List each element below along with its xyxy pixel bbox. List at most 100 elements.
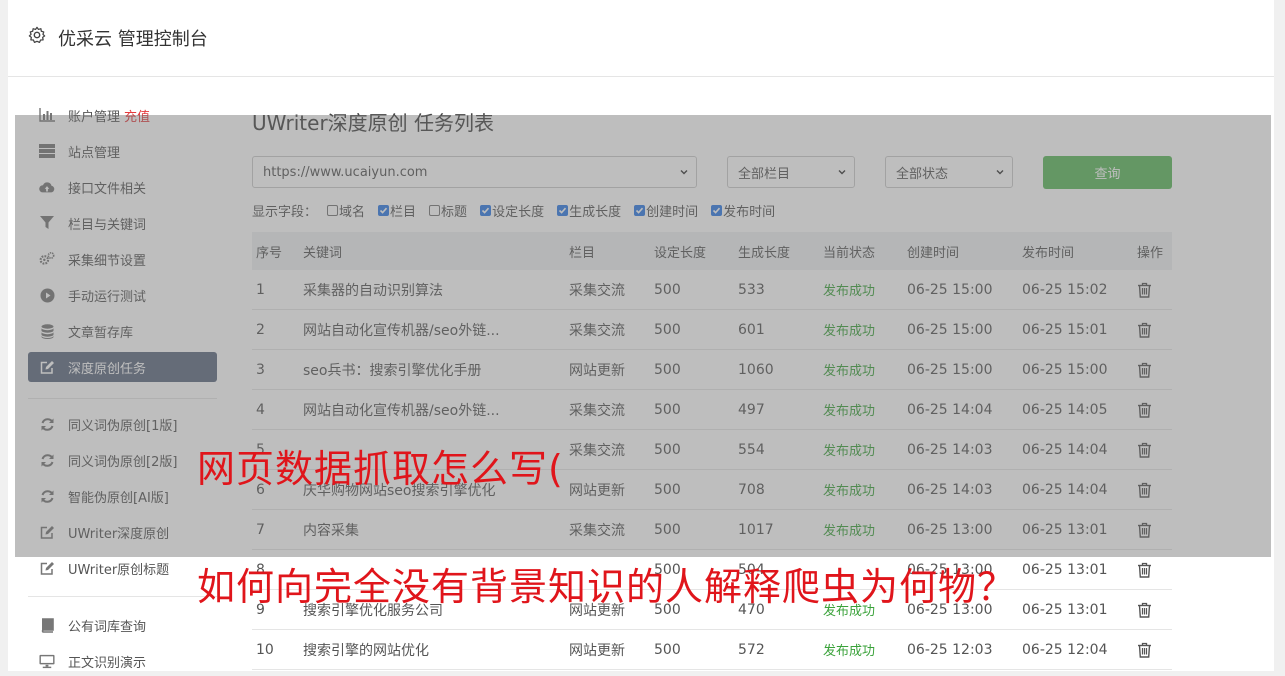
delete-button[interactable]	[1137, 270, 1171, 309]
sidebar-item-uwriter-deep[interactable]: UWriter深度原创	[28, 517, 217, 547]
sidebar-item-collect-settings[interactable]: 采集细节设置	[28, 244, 217, 274]
trash-icon	[1138, 322, 1151, 338]
sidebar-item-label: 栏目与关键词	[68, 217, 147, 233]
display-fields-label: 显示字段：	[252, 204, 318, 220]
sidebar-item-article-store[interactable]: 文章暂存库	[28, 316, 217, 346]
bar-chart-icon	[39, 107, 55, 123]
cell-created: 06-25 13:00	[907, 521, 993, 538]
cell-gen-length: 572	[738, 641, 765, 658]
sidebar-item-synonym-v2[interactable]: 同义词伪原创[2版]	[28, 445, 217, 475]
edit-icon	[39, 524, 55, 540]
book-icon	[39, 617, 55, 633]
column-select-value: 全部栏目	[738, 166, 791, 182]
delete-button[interactable]	[1137, 390, 1171, 429]
delete-button[interactable]	[1137, 430, 1171, 469]
table-row: 4 网站自动化宣传机器/seo外链... 采集交流 500 497 发布成功 06-25 1…	[252, 390, 1172, 430]
play-circle-icon	[39, 287, 55, 303]
col-header-status: 当前状态	[823, 245, 876, 261]
col-header-set-length: 设定长度	[654, 245, 707, 261]
col-header-gen-length: 生成长度	[738, 245, 791, 261]
cell-index: 1	[256, 281, 265, 298]
checkbox-unchecked-icon[interactable]	[327, 204, 339, 216]
field-checkbox[interactable]: 标题	[429, 201, 467, 220]
overlay-title-line1: 网页数据抓取怎么写(	[197, 447, 564, 491]
top-bar: 优采云 管理控制台	[8, 0, 1274, 77]
cell-status: 发布成功	[823, 484, 876, 499]
cell-status: 发布成功	[823, 284, 876, 299]
cell-created: 06-25 15:00	[907, 321, 993, 338]
checkbox-checked-icon[interactable]	[711, 204, 723, 216]
checkbox-unchecked-icon[interactable]	[429, 204, 441, 216]
delete-button[interactable]	[1137, 550, 1171, 589]
delete-button[interactable]	[1137, 470, 1171, 509]
cell-column: 采集交流	[569, 402, 625, 419]
sidebar-item-public-lexicon[interactable]: 公有词库查询	[28, 610, 217, 640]
trash-icon	[1138, 642, 1151, 658]
cell-index: 10	[256, 641, 274, 658]
gears-icon	[39, 251, 55, 267]
cloud-upload-icon	[39, 179, 55, 195]
sidebar-item-deep-original-tasks[interactable]: 深度原创任务	[28, 352, 217, 382]
field-checkbox[interactable]: 域名	[327, 201, 365, 220]
field-checkbox[interactable]: 生成长度	[557, 201, 621, 220]
cell-set-length: 500	[654, 481, 681, 498]
field-checkbox[interactable]: 设定长度	[480, 201, 544, 220]
sidebar-item-label: 手动运行测试	[68, 289, 147, 305]
cell-gen-length: 1017	[738, 521, 774, 538]
checkbox-checked-icon[interactable]	[378, 204, 390, 216]
cell-published: 06-25 15:00	[1022, 361, 1108, 378]
cell-index: 7	[256, 521, 265, 538]
sidebar-item-label: UWriter深度原创	[68, 526, 170, 542]
sidebar-item-manual-test[interactable]: 手动运行测试	[28, 280, 217, 310]
table-row: 2 网站自动化宣传机器/seo外链... 采集交流 500 601 发布成功 06-25 1…	[252, 310, 1172, 350]
cell-column: 采集交流	[569, 282, 625, 299]
sidebar-item-sites[interactable]: 站点管理	[28, 136, 217, 166]
delete-button[interactable]	[1137, 310, 1171, 349]
cell-column: 采集交流	[569, 522, 625, 539]
cell-index: 3	[256, 361, 265, 378]
checkbox-checked-icon[interactable]	[557, 204, 569, 216]
table-row: 1 采集器的自动识别算法 采集交流 500 533 发布成功 06-25 15:00 06-2…	[252, 270, 1172, 310]
chevron-down-icon	[838, 170, 846, 175]
sidebar-item-columns-keywords[interactable]: 栏目与关键词	[28, 208, 217, 238]
chevron-down-icon	[680, 170, 688, 175]
sidebar-item-account[interactable]: 账户管理 充值	[28, 100, 217, 130]
sidebar-item-label: 接口文件相关	[68, 181, 147, 197]
site-select[interactable]: https://www.ucaiyun.com	[252, 156, 697, 188]
status-select[interactable]: 全部状态	[885, 156, 1013, 188]
checkbox-checked-icon[interactable]	[480, 204, 492, 216]
trash-icon	[1138, 442, 1151, 458]
trash-icon	[1138, 282, 1151, 298]
cell-keyword: 内容采集	[303, 522, 359, 539]
checkbox-checked-icon[interactable]	[634, 204, 646, 216]
field-checkbox[interactable]: 创建时间	[634, 201, 698, 220]
trash-icon	[1138, 562, 1151, 578]
field-checkbox-label: 发布时间	[723, 204, 776, 220]
delete-button[interactable]	[1137, 630, 1171, 669]
table-row: 10 搜索引擎的网站优化 网站更新 500 572 发布成功 06-25 12:03 06-2…	[252, 630, 1172, 670]
sidebar-item-body-recognition[interactable]: 正文识别演示	[28, 646, 217, 676]
sidebar-item-label: 站点管理	[68, 145, 121, 161]
sidebar-item-api-files[interactable]: 接口文件相关	[28, 172, 217, 202]
sidebar-item-ai-rewrite[interactable]: 智能伪原创[AI版]	[28, 481, 217, 511]
query-button[interactable]: 查询	[1043, 156, 1172, 189]
recharge-link[interactable]: 充值	[124, 106, 150, 125]
col-header-actions: 操作	[1137, 245, 1164, 261]
page-title: UWriter深度原创 任务列表	[252, 111, 495, 135]
delete-button[interactable]	[1137, 350, 1171, 389]
sidebar-item-synonym-v1[interactable]: 同义词伪原创[1版]	[28, 409, 217, 439]
cell-status: 发布成功	[823, 524, 876, 539]
field-checkbox[interactable]: 发布时间	[711, 201, 775, 220]
trash-icon	[1138, 522, 1151, 538]
column-select[interactable]: 全部栏目	[727, 156, 855, 188]
cell-keyword: 网站自动化宣传机器/seo外链...	[303, 322, 500, 339]
cell-set-length: 500	[654, 401, 681, 418]
cell-set-length: 500	[654, 321, 681, 338]
table-row: 7 内容采集 采集交流 500 1017 发布成功 06-25 13:00 06-25 13:…	[252, 510, 1172, 550]
delete-button[interactable]	[1137, 510, 1171, 549]
cell-published: 06-25 14:05	[1022, 401, 1108, 418]
field-checkbox[interactable]: 栏目	[378, 201, 416, 220]
delete-button[interactable]	[1137, 590, 1171, 629]
sidebar-item-uwriter-title[interactable]: UWriter原创标题	[28, 553, 217, 583]
cell-set-length: 500	[654, 441, 681, 458]
